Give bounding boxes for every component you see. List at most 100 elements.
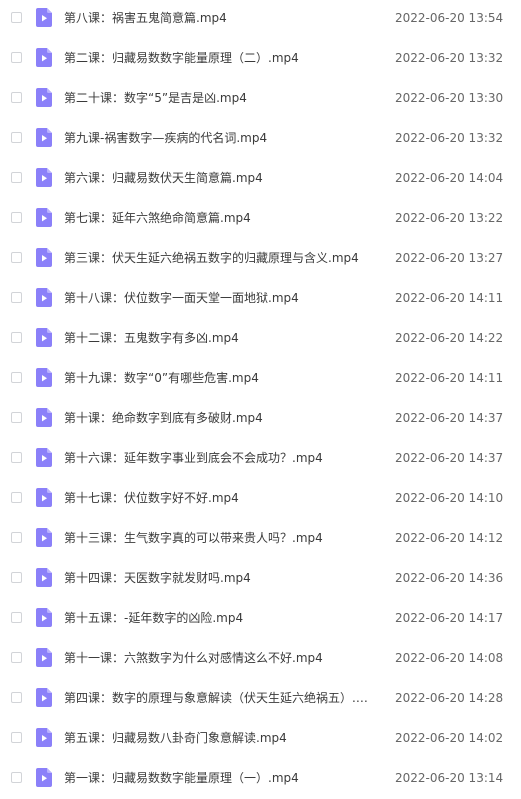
file-modified-date: 2022-06-20 13:32 — [395, 131, 504, 145]
video-file-icon — [36, 528, 52, 547]
file-select-checkbox[interactable] — [11, 92, 22, 103]
file-name[interactable]: 第二课：归藏易数数字能量原理（二）.mp4 — [64, 50, 378, 66]
file-select-checkbox[interactable] — [11, 572, 22, 583]
file-select-checkbox[interactable] — [11, 332, 22, 343]
file-name[interactable]: 第八课：祸害五鬼简意篇.mp4 — [64, 10, 378, 26]
file-row[interactable]: 第十三课：生气数字真的可以带来贵人吗？.mp4 2022-06-20 14:12 — [0, 519, 521, 559]
file-modified-date: 2022-06-20 14:11 — [395, 291, 504, 305]
video-file-icon — [36, 368, 52, 387]
file-name[interactable]: 第一课：归藏易数数字能量原理（一）.mp4 — [64, 770, 378, 786]
file-select-checkbox[interactable] — [11, 252, 22, 263]
video-file-icon — [36, 568, 52, 587]
file-select-checkbox[interactable] — [11, 292, 22, 303]
file-select-checkbox[interactable] — [11, 372, 22, 383]
file-modified-date: 2022-06-20 13:22 — [395, 211, 504, 225]
file-name[interactable]: 第四课：数字的原理与象意解读（伏天生延六绝祸五）.m... — [64, 690, 378, 706]
video-file-icon — [36, 408, 52, 427]
video-file-icon — [36, 48, 52, 67]
video-file-icon — [36, 728, 52, 747]
file-modified-date: 2022-06-20 14:04 — [395, 171, 504, 185]
file-modified-date: 2022-06-20 14:37 — [395, 411, 504, 425]
file-modified-date: 2022-06-20 13:30 — [395, 91, 504, 105]
file-modified-date: 2022-06-20 13:14 — [395, 771, 504, 785]
file-row[interactable]: 第十四课：天医数字就发财吗.mp4 2022-06-20 14:36 — [0, 559, 521, 599]
file-name[interactable]: 第十六课：延年数字事业到底会不会成功？.mp4 — [64, 450, 378, 466]
file-select-checkbox[interactable] — [11, 612, 22, 623]
file-row[interactable]: 第二十课：数字“5”是吉是凶.mp4 2022-06-20 13:30 — [0, 79, 521, 119]
file-name[interactable]: 第十八课：伏位数字一面天堂一面地狱.mp4 — [64, 290, 378, 306]
file-name[interactable]: 第十一课：六煞数字为什么对感情这么不好.mp4 — [64, 650, 378, 666]
file-row[interactable]: 第六课：归藏易数伏天生简意篇.mp4 2022-06-20 14:04 — [0, 159, 521, 199]
file-name[interactable]: 第十课：绝命数字到底有多破财.mp4 — [64, 410, 378, 426]
file-modified-date: 2022-06-20 13:27 — [395, 251, 504, 265]
file-name[interactable]: 第十九课：数字“0”有哪些危害.mp4 — [64, 370, 378, 386]
video-file-icon — [36, 288, 52, 307]
file-row[interactable]: 第一课：归藏易数数字能量原理（一）.mp4 2022-06-20 13:14 — [0, 759, 521, 799]
file-row[interactable]: 第十课：绝命数字到底有多破财.mp4 2022-06-20 14:37 — [0, 399, 521, 439]
file-row[interactable]: 第五课：归藏易数八卦奇门象意解读.mp4 2022-06-20 14:02 — [0, 719, 521, 759]
file-row[interactable]: 第四课：数字的原理与象意解读（伏天生延六绝祸五）.m... 2022-06-20 … — [0, 679, 521, 719]
file-modified-date: 2022-06-20 14:17 — [395, 611, 504, 625]
file-name[interactable]: 第十二课：五鬼数字有多凶.mp4 — [64, 330, 378, 346]
file-select-checkbox[interactable] — [11, 132, 22, 143]
video-file-icon — [36, 88, 52, 107]
video-file-icon — [36, 648, 52, 667]
file-name[interactable]: 第十三课：生气数字真的可以带来贵人吗？.mp4 — [64, 530, 378, 546]
file-row[interactable]: 第二课：归藏易数数字能量原理（二）.mp4 2022-06-20 13:32 — [0, 39, 521, 79]
file-select-checkbox[interactable] — [11, 492, 22, 503]
file-list: 第八课：祸害五鬼简意篇.mp4 2022-06-20 13:54 第二课：归藏易数数… — [0, 0, 521, 798]
file-row[interactable]: 第十一课：六煞数字为什么对感情这么不好.mp4 2022-06-20 14:08 — [0, 639, 521, 679]
file-select-checkbox[interactable] — [11, 212, 22, 223]
file-row[interactable]: 第十九课：数字“0”有哪些危害.mp4 2022-06-20 14:11 — [0, 359, 521, 399]
file-select-checkbox[interactable] — [11, 452, 22, 463]
file-select-checkbox[interactable] — [11, 12, 22, 23]
file-row[interactable]: 第十五课：-延年数字的凶险.mp4 2022-06-20 14:17 — [0, 599, 521, 639]
video-file-icon — [36, 488, 52, 507]
file-select-checkbox[interactable] — [11, 652, 22, 663]
file-name[interactable]: 第五课：归藏易数八卦奇门象意解读.mp4 — [64, 730, 378, 746]
file-row[interactable]: 第十六课：延年数字事业到底会不会成功？.mp4 2022-06-20 14:37 — [0, 439, 521, 479]
file-row[interactable]: 第十八课：伏位数字一面天堂一面地狱.mp4 2022-06-20 14:11 — [0, 279, 521, 319]
file-row[interactable]: 第十七课：伏位数字好不好.mp4 2022-06-20 14:10 — [0, 479, 521, 519]
file-modified-date: 2022-06-20 14:37 — [395, 451, 504, 465]
video-file-icon — [36, 168, 52, 187]
file-modified-date: 2022-06-20 14:10 — [395, 491, 504, 505]
file-modified-date: 2022-06-20 13:32 — [395, 51, 504, 65]
video-file-icon — [36, 128, 52, 147]
file-name[interactable]: 第七课：延年六煞绝命简意篇.mp4 — [64, 210, 378, 226]
video-file-icon — [36, 8, 52, 27]
file-select-checkbox[interactable] — [11, 732, 22, 743]
file-select-checkbox[interactable] — [11, 412, 22, 423]
file-select-checkbox[interactable] — [11, 172, 22, 183]
file-modified-date: 2022-06-20 14:22 — [395, 331, 504, 345]
file-row[interactable]: 第九课-祸害数字—疾病的代名词.mp4 2022-06-20 13:32 — [0, 119, 521, 159]
file-name[interactable]: 第九课-祸害数字—疾病的代名词.mp4 — [64, 130, 378, 146]
file-name[interactable]: 第十七课：伏位数字好不好.mp4 — [64, 490, 378, 506]
file-row[interactable]: 第七课：延年六煞绝命简意篇.mp4 2022-06-20 13:22 — [0, 199, 521, 239]
file-modified-date: 2022-06-20 14:12 — [395, 531, 504, 545]
file-select-checkbox[interactable] — [11, 692, 22, 703]
video-file-icon — [36, 328, 52, 347]
file-name[interactable]: 第二十课：数字“5”是吉是凶.mp4 — [64, 90, 378, 106]
video-file-icon — [36, 688, 52, 707]
file-modified-date: 2022-06-20 14:11 — [395, 371, 504, 385]
file-modified-date: 2022-06-20 13:54 — [395, 11, 504, 25]
file-modified-date: 2022-06-20 14:08 — [395, 651, 504, 665]
file-select-checkbox[interactable] — [11, 532, 22, 543]
file-row[interactable]: 第三课：伏天生延六绝祸五数字的归藏原理与含义.mp4 2022-06-20 13:… — [0, 239, 521, 279]
video-file-icon — [36, 608, 52, 627]
file-name[interactable]: 第六课：归藏易数伏天生简意篇.mp4 — [64, 170, 378, 186]
file-select-checkbox[interactable] — [11, 772, 22, 783]
file-select-checkbox[interactable] — [11, 52, 22, 63]
file-modified-date: 2022-06-20 14:36 — [395, 571, 504, 585]
file-name[interactable]: 第十四课：天医数字就发财吗.mp4 — [64, 570, 378, 586]
file-name[interactable]: 第十五课：-延年数字的凶险.mp4 — [64, 610, 378, 626]
video-file-icon — [36, 208, 52, 227]
video-file-icon — [36, 768, 52, 787]
video-file-icon — [36, 248, 52, 267]
file-modified-date: 2022-06-20 14:28 — [395, 691, 504, 705]
video-file-icon — [36, 448, 52, 467]
file-row[interactable]: 第八课：祸害五鬼简意篇.mp4 2022-06-20 13:54 — [0, 0, 521, 39]
file-row[interactable]: 第十二课：五鬼数字有多凶.mp4 2022-06-20 14:22 — [0, 319, 521, 359]
file-name[interactable]: 第三课：伏天生延六绝祸五数字的归藏原理与含义.mp4 — [64, 250, 378, 266]
